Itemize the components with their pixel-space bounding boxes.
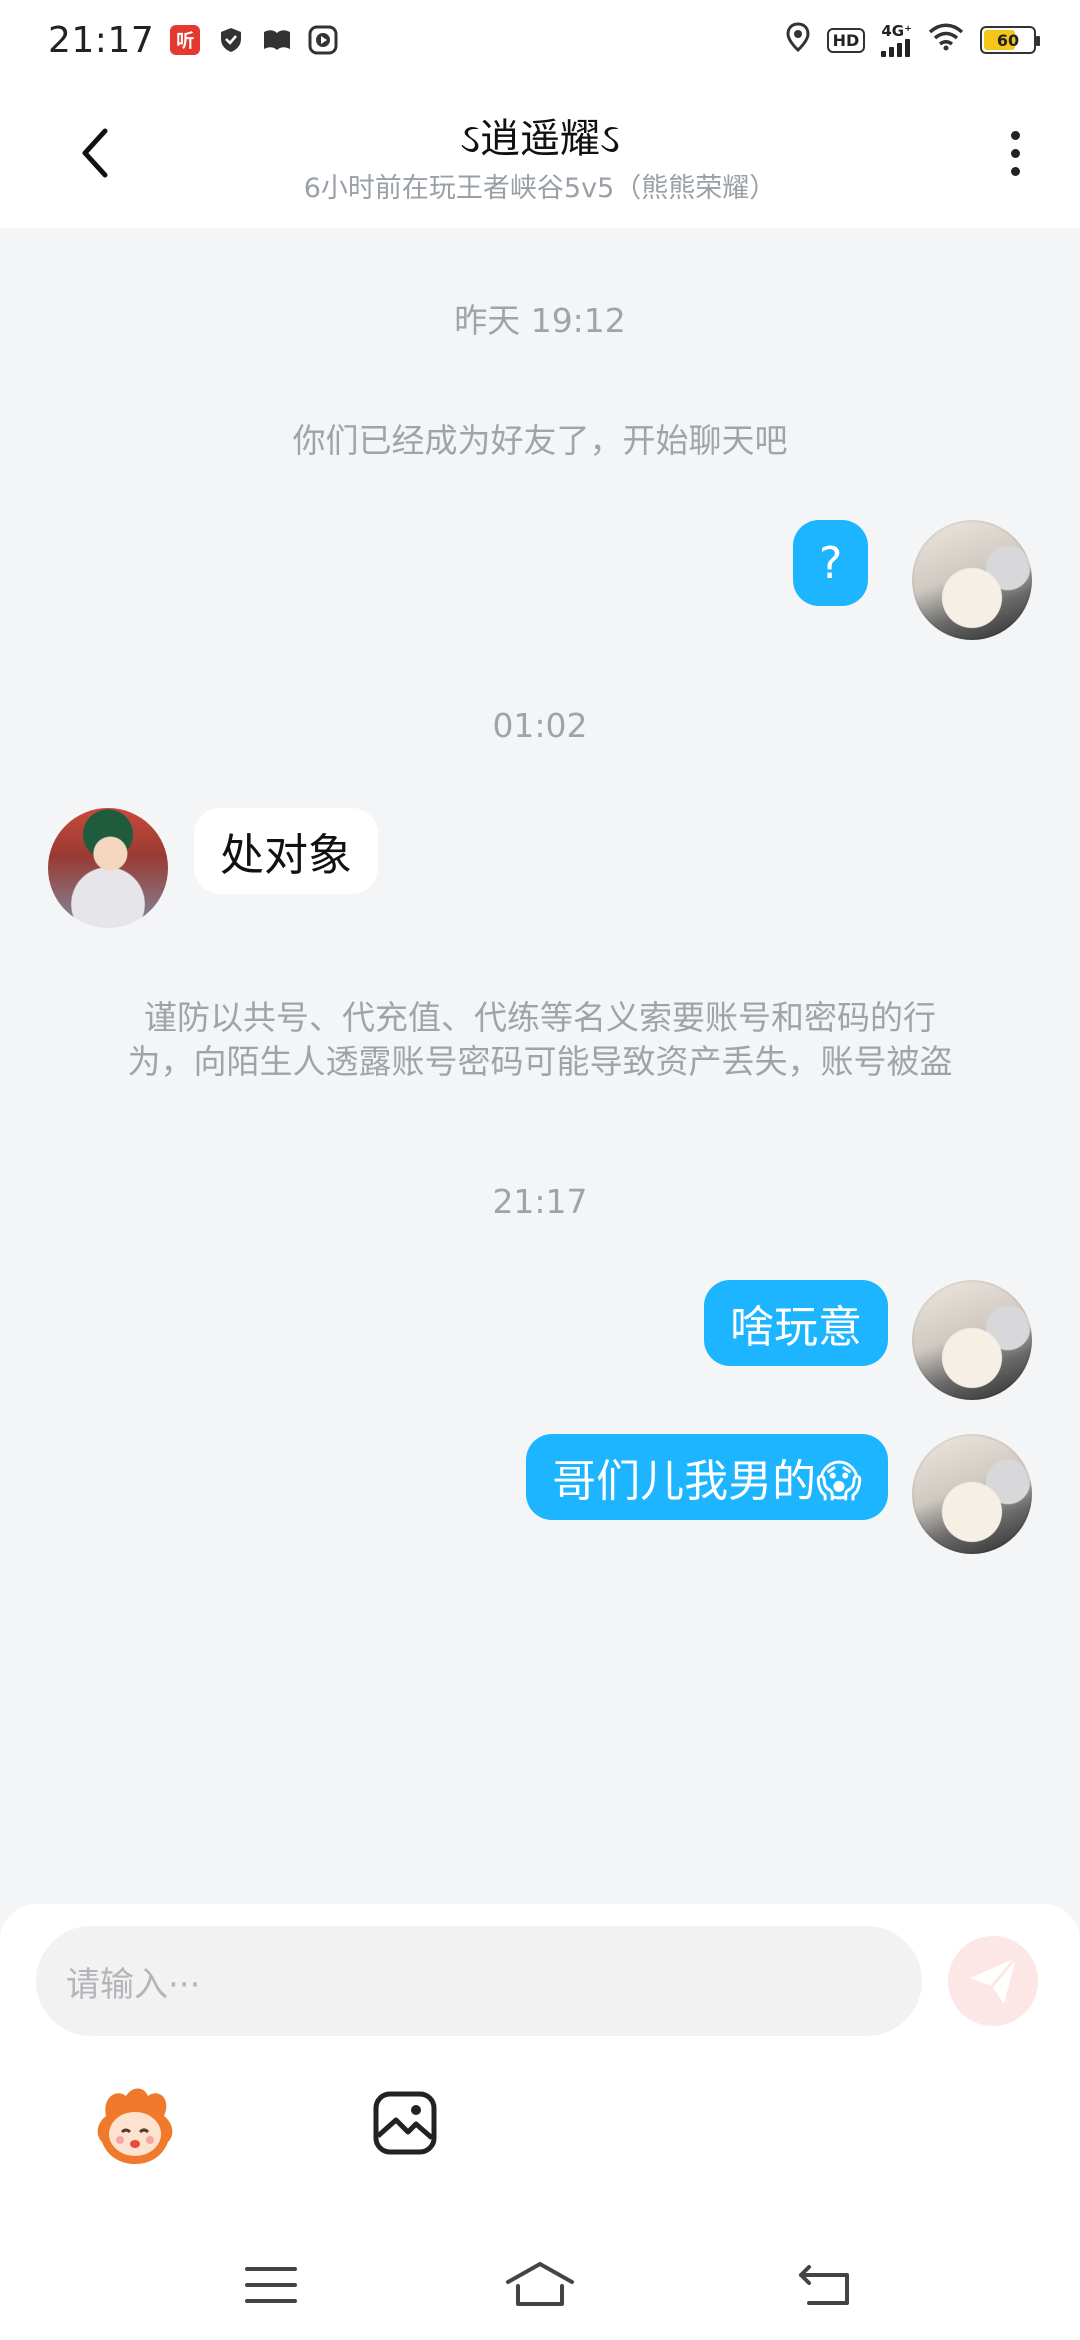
wifi-icon — [928, 23, 964, 57]
my-avatar[interactable] — [912, 1434, 1032, 1554]
more-icon — [1010, 130, 1020, 140]
status-bar: 21:17 听 HD 4G⁺ 60 — [0, 0, 1080, 80]
message-text: 处对象 — [220, 830, 352, 881]
return-icon — [799, 2265, 849, 2305]
image-icon — [373, 2091, 437, 2155]
security-notice-line: 谨防以共号、代充值、代练等名义索要账号和密码的行 — [144, 998, 936, 1037]
input-panel: 请输入··· — [0, 1904, 1080, 2340]
message-text: 啥玩意 — [730, 1302, 862, 1353]
status-left: 21:17 听 — [48, 20, 338, 61]
security-notice-line: 为，向陌生人透露账号密码可能导致资产丢失，账号被盗 — [127, 1042, 953, 1081]
message-input[interactable]: 请输入··· — [36, 1926, 922, 2036]
my-avatar[interactable] — [912, 1280, 1032, 1400]
return-button[interactable] — [780, 2250, 870, 2320]
timestamp: 昨天 19:12 — [454, 301, 626, 340]
app-notification-icon: 听 — [170, 25, 201, 55]
my-avatar[interactable] — [912, 520, 1032, 640]
play-icon — [308, 25, 338, 55]
system-notice: 你们已经成为好友了，开始聊天吧 — [292, 421, 788, 460]
message-text: 哥们儿我男的😱 — [552, 1456, 862, 1507]
menu-button[interactable] — [226, 2250, 316, 2320]
timestamp: 01:02 — [492, 706, 588, 745]
contact-name[interactable]: ઽ逍遥耀ઽ — [0, 106, 1080, 164]
emoji-button[interactable] — [92, 2082, 178, 2168]
system-nav-bar — [0, 2230, 1080, 2340]
more-button[interactable] — [990, 118, 1040, 188]
chat-header: ઽ逍遥耀ઽ 6小时前在玩王者峡谷5v5（熊熊荣耀） — [0, 80, 1080, 228]
chat-area[interactable]: 昨天 19:12 你们已经成为好友了，开始聊天吧 ? 01:02 处对象 谨防以… — [0, 228, 1080, 1908]
home-icon — [506, 2262, 574, 2306]
cellular-signal: 4G⁺ — [881, 21, 912, 57]
book-icon — [262, 25, 292, 55]
signal-bars-icon — [881, 38, 911, 57]
timestamp: 21:17 — [492, 1182, 588, 1221]
emoji-icon — [97, 2088, 173, 2164]
status-time: 21:17 — [48, 19, 155, 61]
image-button[interactable] — [372, 2090, 438, 2156]
location-icon — [785, 22, 811, 58]
message-bubble-outgoing[interactable]: 哥们儿我男的😱 — [526, 1434, 888, 1520]
contact-status: 6小时前在玩王者峡谷5v5（熊熊荣耀） — [303, 173, 777, 204]
message-bubble-incoming[interactable]: 处对象 — [194, 808, 378, 894]
input-placeholder: 请输入··· — [66, 1964, 201, 2005]
battery-icon: 60 — [980, 26, 1040, 54]
battery-level: 60 — [996, 30, 1020, 50]
send-button[interactable] — [948, 1936, 1038, 2026]
send-icon — [970, 1957, 1018, 2004]
network-type: 4G⁺ — [881, 21, 912, 40]
contact-avatar[interactable] — [48, 808, 168, 928]
status-right: HD 4G⁺ 60 — [785, 21, 1040, 58]
menu-icon — [245, 2267, 297, 2303]
message-bubble-outgoing[interactable]: ? — [793, 520, 869, 606]
shield-icon — [216, 25, 246, 55]
message-text: ? — [819, 537, 843, 589]
message-bubble-outgoing[interactable]: 啥玩意 — [704, 1280, 888, 1366]
hd-badge: HD — [826, 27, 866, 53]
home-button[interactable] — [495, 2250, 585, 2320]
security-notice: 谨防以共号、代充值、代练等名义索要账号和密码的行 为，向陌生人透露账号密码可能导… — [80, 996, 1000, 1084]
